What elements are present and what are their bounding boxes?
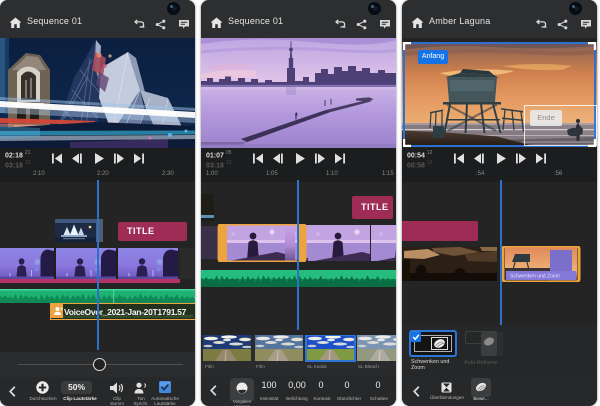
- svg-text:Schwenken und Zoom: Schwenken und Zoom: [510, 274, 560, 280]
